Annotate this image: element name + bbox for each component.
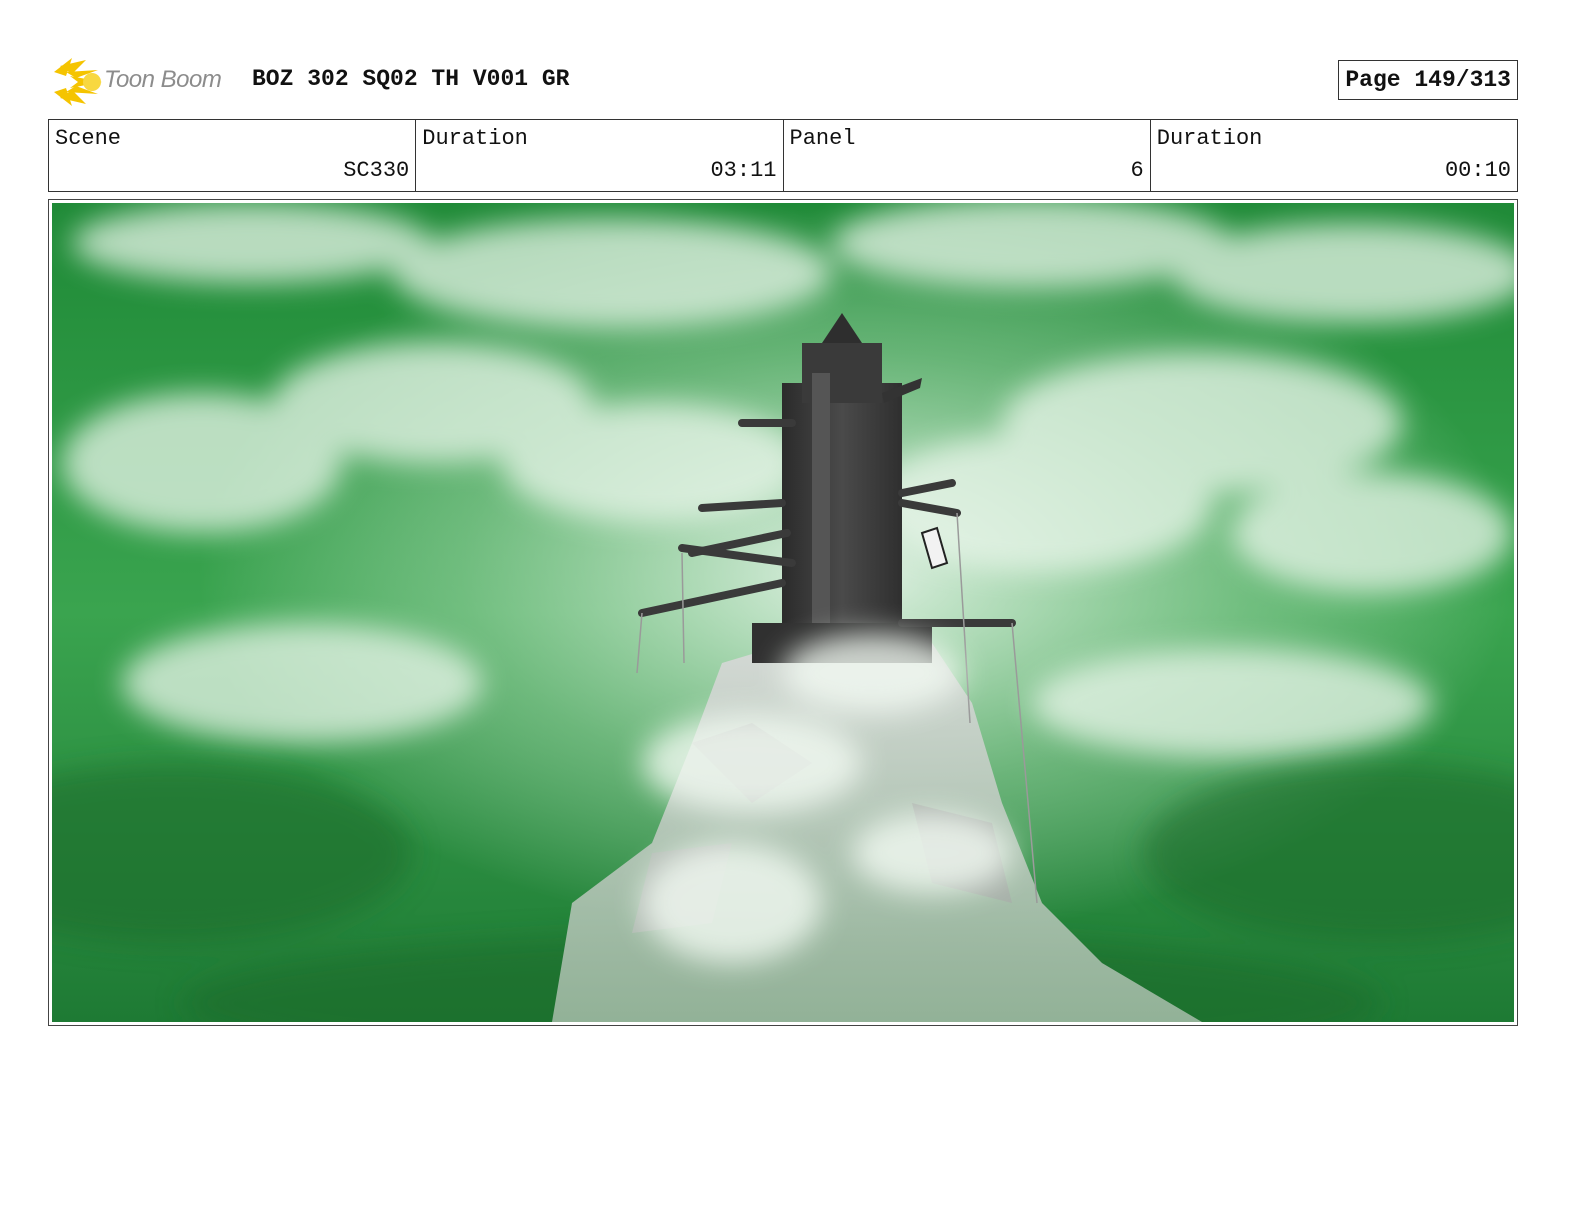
panel-label: Panel [789,126,856,151]
scene-label: Scene [55,126,122,151]
page-header: Toon Boom BOZ 302 SQ02 TH V001 GR Page 1… [52,54,1536,110]
panel-duration-cell: Duration 00:10 [1151,120,1517,191]
panel-cell: Panel 6 [784,120,1151,191]
tower-on-cliff-illustration [52,203,1514,1022]
panel-duration-value: 00:10 [1444,158,1511,183]
scene-duration-label: Duration [422,126,528,151]
document-title: BOZ 302 SQ02 TH V001 GR [252,66,570,92]
page-number: Page 149/313 [1338,60,1518,100]
scene-duration-value: 03:11 [710,158,777,183]
toon-boom-logo: Toon Boom [52,56,242,108]
scene-duration-cell: Duration 03:11 [416,120,784,191]
scene-info-table: Scene SC330 Duration 03:11 Panel 6 Durat… [48,119,1518,192]
sunburst-logo-icon [54,58,102,106]
storyboard-panel-frame [48,199,1518,1026]
panel-value: 6 [1130,158,1144,183]
logo-text: Toon Boom [104,66,222,93]
scene-cell: Scene SC330 [49,120,417,191]
storyboard-panel-image [52,203,1514,1022]
scene-value: SC330 [343,158,410,183]
panel-duration-label: Duration [1156,126,1263,151]
